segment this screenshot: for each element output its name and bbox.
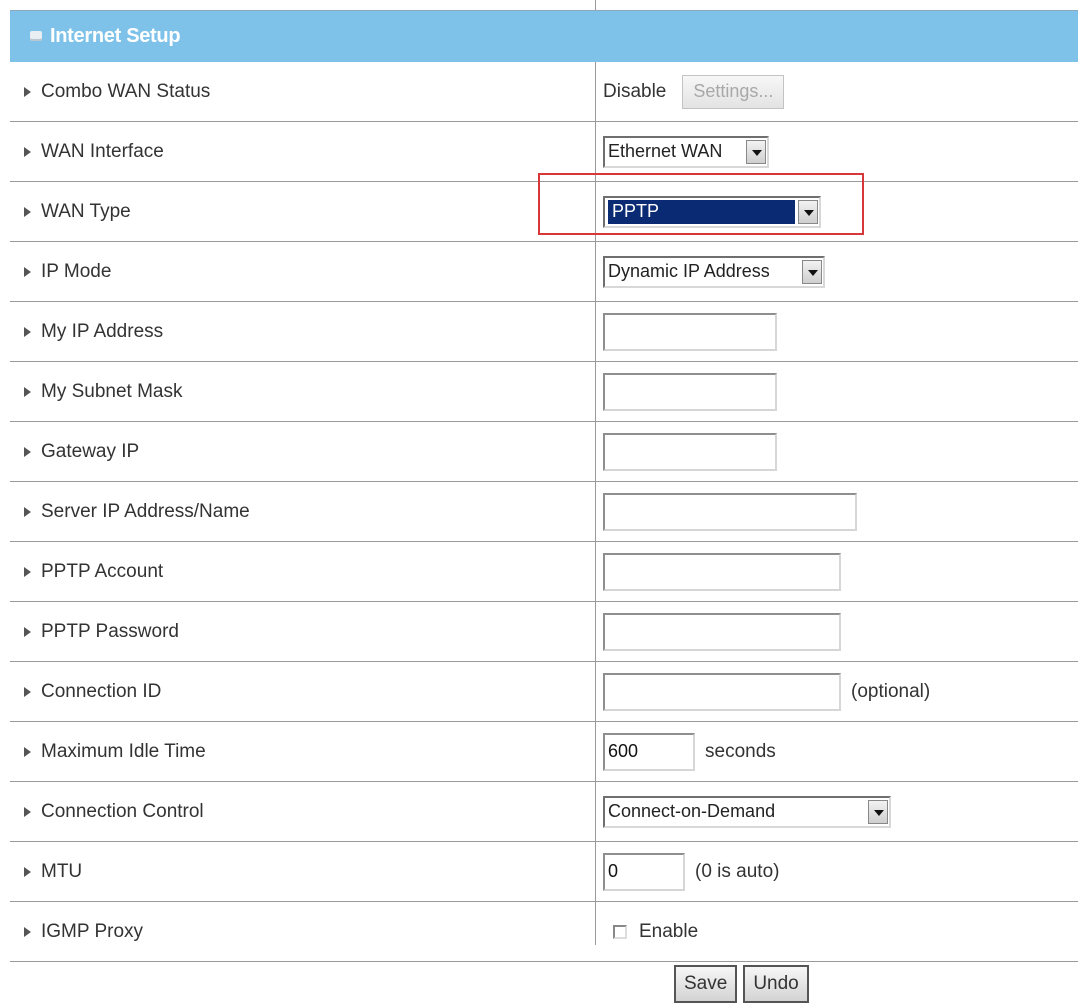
panel-header: Internet Setup (10, 10, 1078, 62)
bullet-arrow-icon (24, 806, 31, 817)
form-actions: Save Undo (674, 965, 809, 1003)
seconds-unit: seconds (705, 740, 776, 762)
optional-hint: (optional) (851, 680, 931, 702)
wan-interface-label: WAN Interface (41, 140, 164, 162)
bullet-arrow-icon (24, 746, 31, 757)
pptp-password-label: PPTP Password (41, 620, 179, 642)
bullet-arrow-icon (24, 566, 31, 577)
bullet-arrow-icon (24, 686, 31, 697)
bullet-arrow-icon (24, 866, 31, 877)
header-bullet-icon (30, 31, 42, 41)
my-subnet-mask-input[interactable] (603, 372, 777, 411)
server-ip-label: Server IP Address/Name (41, 500, 250, 522)
row-pptp-account: PPTP Account (10, 542, 1078, 602)
gateway-ip-input[interactable] (603, 432, 777, 471)
max-idle-time-label: Maximum Idle Time (41, 740, 206, 762)
gateway-ip-label: Gateway IP (41, 440, 140, 462)
my-ip-address-label: My IP Address (41, 320, 164, 342)
igmp-proxy-label: IGMP Proxy (41, 920, 144, 942)
ip-mode-label: IP Mode (41, 260, 112, 282)
mtu-label: MTU (41, 860, 83, 882)
bullet-arrow-icon (24, 146, 31, 157)
igmp-enable-checkbox[interactable] (613, 924, 627, 939)
bullet-arrow-icon (24, 446, 31, 457)
bullet-arrow-icon (24, 626, 31, 637)
internet-setup-panel: Internet Setup Combo WAN Status Disable … (10, 10, 1078, 962)
combo-wan-status-label: Combo WAN Status (41, 80, 211, 102)
save-button[interactable]: Save (674, 965, 738, 1003)
mtu-hint: (0 is auto) (695, 860, 780, 882)
connection-control-label: Connection Control (41, 800, 204, 822)
row-my-ip-address: My IP Address (10, 302, 1078, 362)
connection-id-label: Connection ID (41, 680, 162, 702)
bullet-arrow-icon (24, 266, 31, 277)
my-subnet-mask-label: My Subnet Mask (41, 380, 183, 402)
combo-wan-status-value: Disable (603, 80, 667, 102)
server-ip-input[interactable] (603, 492, 857, 531)
row-server-ip: Server IP Address/Name (10, 482, 1078, 542)
my-ip-address-input[interactable] (603, 312, 777, 351)
row-gateway-ip: Gateway IP (10, 422, 1078, 482)
wan-type-highlight-box (538, 173, 864, 235)
bullet-arrow-icon (24, 386, 31, 397)
row-combo-wan-status: Combo WAN Status Disable Settings... (10, 62, 1078, 122)
wan-type-label: WAN Type (41, 200, 131, 222)
settings-button[interactable]: Settings... (682, 74, 785, 109)
mtu-input[interactable] (603, 852, 685, 891)
column-tick (595, 0, 596, 10)
undo-button[interactable]: Undo (743, 965, 809, 1003)
max-idle-time-input[interactable] (603, 732, 695, 771)
ip-mode-select[interactable]: Dynamic IP Address (603, 255, 825, 288)
wan-interface-select[interactable]: Ethernet WAN (603, 135, 769, 168)
dropdown-arrow-icon[interactable] (746, 139, 766, 164)
bullet-arrow-icon (24, 86, 31, 97)
row-my-subnet-mask: My Subnet Mask (10, 362, 1078, 422)
bullet-arrow-icon (24, 926, 31, 937)
pptp-account-label: PPTP Account (41, 560, 164, 582)
bullet-arrow-icon (24, 326, 31, 337)
row-connection-control: Connection Control Connect-on-Demand (10, 782, 1078, 842)
page-title: Internet Setup (50, 25, 181, 47)
row-igmp-proxy: IGMP Proxy Enable (10, 902, 1078, 962)
dropdown-arrow-icon[interactable] (802, 259, 822, 284)
pptp-password-input[interactable] (603, 612, 841, 651)
pptp-account-input[interactable] (603, 552, 841, 591)
bullet-arrow-icon (24, 206, 31, 217)
row-max-idle-time: Maximum Idle Time seconds (10, 722, 1078, 782)
row-mtu: MTU (0 is auto) (10, 842, 1078, 902)
dropdown-arrow-icon[interactable] (868, 799, 888, 824)
connection-control-select[interactable]: Connect-on-Demand (603, 795, 891, 828)
row-ip-mode: IP Mode Dynamic IP Address (10, 242, 1078, 302)
bullet-arrow-icon (24, 506, 31, 517)
connection-id-input[interactable] (603, 672, 841, 711)
row-pptp-password: PPTP Password (10, 602, 1078, 662)
igmp-enable-label: Enable (639, 920, 699, 942)
row-connection-id: Connection ID (optional) (10, 662, 1078, 722)
